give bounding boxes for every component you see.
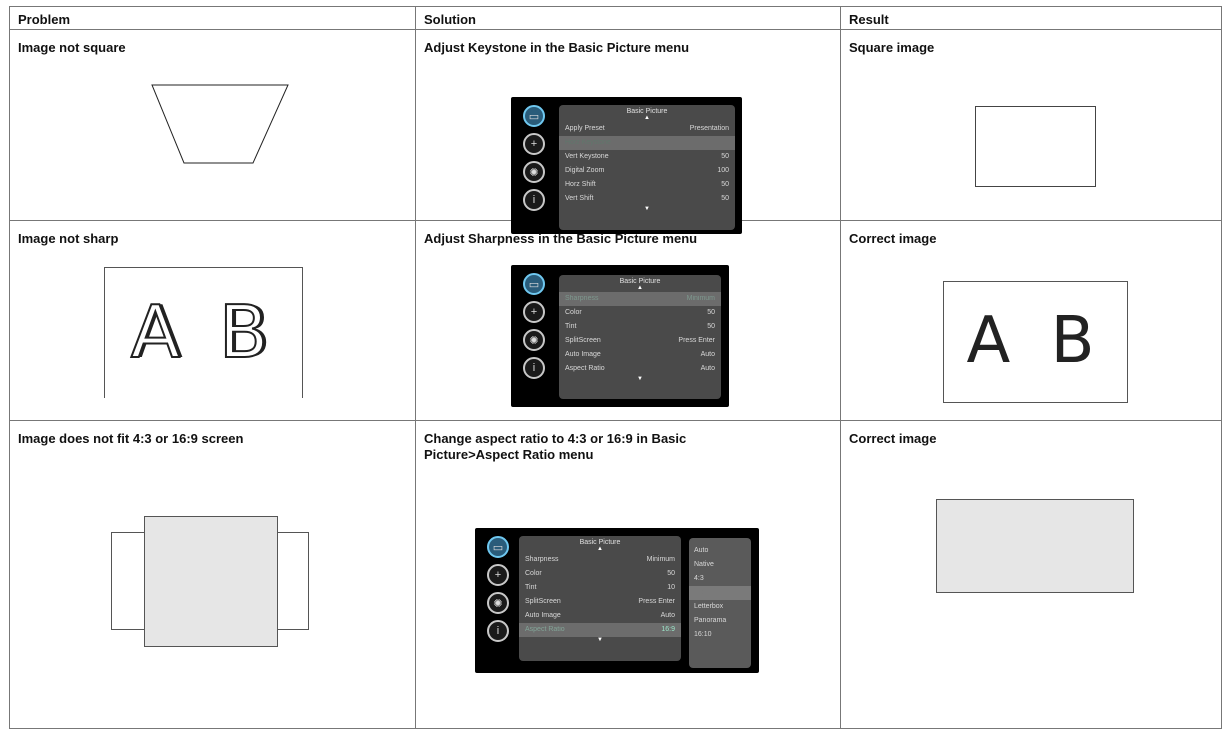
info-icon: i [487, 620, 509, 642]
menu-item: Auto Image Auto [565, 351, 715, 358]
wide-screen-side-panel-left [111, 532, 147, 630]
menu-item: Horz Shift 50 [565, 181, 729, 188]
table-row: Image does not fit 4:3 or 16:9 screen Ch… [9, 420, 1222, 729]
problem-cell: Image not sharp A B [9, 220, 416, 421]
picture-icon: ▭ [523, 273, 545, 295]
settings-gear-icon: ✺ [523, 329, 545, 351]
menu-item: Auto Image Auto [525, 612, 675, 619]
menu-item: Aspect Ratio Auto [565, 365, 715, 372]
menu-item: Color 50 [525, 570, 675, 577]
result-text: Correct image [849, 231, 937, 246]
scroll-up-arrow-icon: ▲ [597, 546, 603, 552]
solution-cell: Change aspect ratio to 4:3 or 16:9 in Ba… [415, 420, 841, 729]
submenu-item: Panorama [694, 617, 727, 624]
menu-item: Vert Keystone 50 [565, 153, 729, 160]
settings-gear-icon: ✺ [487, 592, 509, 614]
square-image-rectangle [975, 106, 1096, 187]
wide-screen-side-panel-right [276, 532, 309, 630]
menu-title: Basic Picture [619, 278, 661, 285]
table-row: Image not sharp A B Adjust Sharpness in … [9, 220, 1222, 421]
solution-text: Change aspect ratio to 4:3 or 16:9 in Ba… [424, 431, 687, 462]
submenu-item: 4:3 [694, 575, 704, 582]
picture-icon: ▭ [523, 105, 545, 127]
menu-item: Tint 50 [565, 323, 715, 330]
scroll-down-arrow-icon: ▼ [637, 376, 643, 382]
menu-title: Basic Picture [626, 108, 668, 115]
problem-cell: Image not square [9, 29, 416, 221]
menu-item: SplitScreen Press Enter [565, 337, 715, 344]
header-solution: Solution [415, 6, 841, 30]
settings-gear-icon: ✺ [523, 161, 545, 183]
scroll-up-arrow-icon: ▲ [644, 115, 650, 121]
solution-text: Adjust Sharpness in the Basic Picture me… [424, 231, 698, 246]
submenu-item: Native [694, 561, 714, 568]
menu-item: Color 50 [565, 309, 715, 316]
problem-text: Image does not fit 4:3 or 16:9 screen [18, 431, 244, 446]
aspect-ratio-menu-screenshot: ▭ + ✺ i Basic Picture ▲ Sharpness Minimum… [475, 528, 759, 673]
basic-picture-menu-screenshot: ▭ + ✺ i Basic Picture ▲ Apply Preset Pres… [511, 97, 742, 234]
scroll-up-arrow-icon: ▲ [637, 285, 643, 291]
menu-item-selected: Sharpness Minimum [559, 292, 721, 306]
fitted-image-rectangle [936, 499, 1134, 593]
menu-title: Basic Picture [579, 539, 621, 546]
mismatched-image-rectangle [144, 516, 278, 647]
table-row: Image not square Adjust Keystone in the … [9, 29, 1222, 234]
picture-icon: ▭ [487, 536, 509, 558]
basic-picture-menu-screenshot: ▭ + ✺ i Basic Picture ▲ Sharpness Minimum… [511, 265, 729, 407]
result-text: Correct image [849, 431, 937, 446]
solution-text: Adjust Keystone in the Basic Picture men… [424, 40, 690, 55]
result-cell: Square image [840, 29, 1222, 221]
correct-image-frame: A B [943, 281, 1128, 403]
header-result: Result [840, 6, 1222, 30]
troubleshooting-table: Problem Solution Result Image not square… [9, 6, 1222, 729]
menu-item: Tint 10 [525, 584, 675, 591]
solution-cell: Adjust Sharpness in the Basic Picture me… [415, 220, 841, 421]
submenu-item-selected: 16:9 [689, 586, 751, 600]
info-icon: i [523, 357, 545, 379]
submenu-item: Auto [694, 547, 709, 554]
menu-item: SplitScreen Press Enter [525, 598, 675, 605]
header-row: Problem Solution Result [9, 6, 1222, 30]
advanced-picture-icon: + [487, 564, 509, 586]
header-problem: Problem [9, 6, 416, 30]
scroll-down-arrow-icon: ▼ [597, 637, 603, 643]
menu-item-selected: Aspect Ratio 16:9 [519, 623, 681, 637]
menu-item: Digital Zoom 100 [565, 167, 729, 174]
result-cell: Correct image A B [840, 220, 1222, 421]
advanced-picture-icon: + [523, 301, 545, 323]
result-cell: Correct image [840, 420, 1222, 729]
problem-cell: Image does not fit 4:3 or 16:9 screen [9, 420, 416, 729]
aspect-ratio-submenu: Auto Native 4:3 16:9 Letterbox Panorama … [689, 538, 751, 668]
menu-item: Apply Preset Presentation [565, 125, 729, 132]
result-text: Square image [849, 40, 935, 55]
info-icon: i [523, 189, 545, 211]
problem-text: Image not sharp [18, 231, 119, 246]
submenu-item: Letterbox [694, 603, 724, 610]
blurry-ab-text: A B [130, 289, 277, 375]
submenu-item: 16:10 [694, 631, 712, 638]
menu-item-selected: Horz Keystone50 [559, 136, 735, 150]
scroll-down-arrow-icon: ▼ [644, 206, 650, 212]
menu-item: Vert Shift 50 [565, 195, 729, 202]
sharp-ab-text: A B [966, 304, 1105, 378]
keystone-trapezoid-diagram [151, 84, 289, 164]
advanced-picture-icon: + [523, 133, 545, 155]
menu-item: Sharpness Minimum [525, 556, 675, 563]
blurry-image-frame: A B [104, 267, 303, 398]
solution-cell: Adjust Keystone in the Basic Picture men… [415, 29, 841, 234]
